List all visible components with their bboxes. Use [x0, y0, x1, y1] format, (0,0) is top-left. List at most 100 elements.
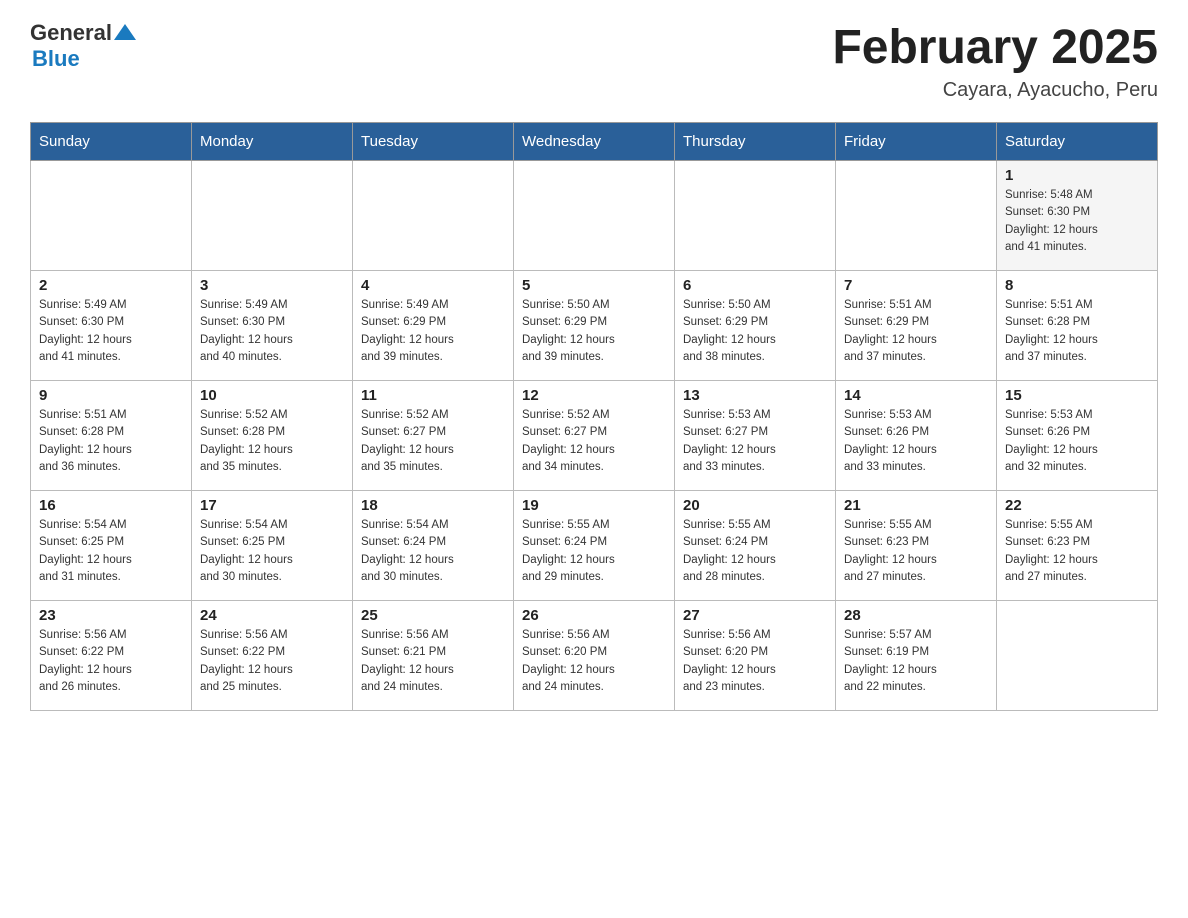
day-number: 5 [522, 277, 666, 294]
day-number: 6 [683, 277, 827, 294]
calendar-cell: 4Sunrise: 5:49 AMSunset: 6:29 PMDaylight… [353, 271, 514, 381]
day-number: 20 [683, 497, 827, 514]
calendar-cell [192, 161, 353, 271]
title-section: February 2025 Cayara, Ayacucho, Peru [832, 20, 1158, 102]
calendar-cell: 27 Sunrise: 5:56 AMSunset: 6:20 PMDayligh… [675, 601, 836, 711]
day-number: 10 [200, 387, 344, 404]
calendar-cell: 19 Sunrise: 5:55 AMSunset: 6:24 PMDayligh… [514, 491, 675, 601]
calendar-cell: 20 Sunrise: 5:55 AMSunset: 6:24 PMDayligh… [675, 491, 836, 601]
day-info: Sunrise: 5:53 AMSunset: 6:26 PMDaylight:… [1005, 407, 1149, 476]
day-info: Sunrise: 5:50 AMSunset: 6:29 PMDaylight:… [683, 297, 827, 366]
weekday-header: Tuesday [353, 123, 514, 161]
day-number: 26 [522, 607, 666, 624]
day-number: 13 [683, 387, 827, 404]
day-number: 28 [844, 607, 988, 624]
day-info: Sunrise: 5:51 AMSunset: 6:28 PMDaylight:… [1005, 297, 1149, 366]
calendar-cell: 11 Sunrise: 5:52 AMSunset: 6:27 PMDayligh… [353, 381, 514, 491]
weekday-header: Thursday [675, 123, 836, 161]
calendar-cell [997, 601, 1158, 711]
weekday-header: Friday [836, 123, 997, 161]
logo-blue: Blue [32, 46, 80, 72]
calendar-cell: 9 Sunrise: 5:51 AMSunset: 6:28 PMDaylight… [31, 381, 192, 491]
calendar-cell: 2Sunrise: 5:49 AMSunset: 6:30 PMDaylight… [31, 271, 192, 381]
calendar-cell: 3 Sunrise: 5:49 AMSunset: 6:30 PMDaylight… [192, 271, 353, 381]
day-number: 18 [361, 497, 505, 514]
day-number: 23 [39, 607, 183, 624]
calendar-cell: 7 Sunrise: 5:51 AMSunset: 6:29 PMDaylight… [836, 271, 997, 381]
calendar-week-row: 1 Sunrise: 5:48 AMSunset: 6:30 PMDaylight… [31, 161, 1158, 271]
day-info: Sunrise: 5:55 AMSunset: 6:24 PMDaylight:… [683, 517, 827, 586]
calendar-cell: 10 Sunrise: 5:52 AMSunset: 6:28 PMDayligh… [192, 381, 353, 491]
day-info: Sunrise: 5:51 AMSunset: 6:29 PMDaylight:… [844, 297, 988, 366]
day-info: Sunrise: 5:55 AMSunset: 6:23 PMDaylight:… [844, 517, 988, 586]
calendar-cell: 23Sunrise: 5:56 AMSunset: 6:22 PMDayligh… [31, 601, 192, 711]
logo-icon [114, 22, 136, 44]
calendar-cell: 8 Sunrise: 5:51 AMSunset: 6:28 PMDaylight… [997, 271, 1158, 381]
day-number: 8 [1005, 277, 1149, 294]
day-info: Sunrise: 5:49 AMSunset: 6:30 PMDaylight:… [200, 297, 344, 366]
day-info: Sunrise: 5:50 AMSunset: 6:29 PMDaylight:… [522, 297, 666, 366]
day-info: Sunrise: 5:57 AMSunset: 6:19 PMDaylight:… [844, 627, 988, 696]
day-number: 27 [683, 607, 827, 624]
calendar-week-row: 16Sunrise: 5:54 AMSunset: 6:25 PMDayligh… [31, 491, 1158, 601]
day-info: Sunrise: 5:56 AMSunset: 6:21 PMDaylight:… [361, 627, 505, 696]
day-info: Sunrise: 5:54 AMSunset: 6:24 PMDaylight:… [361, 517, 505, 586]
page-header: General Blue February 2025 Cayara, Ayacu… [30, 20, 1158, 102]
weekday-header: Saturday [997, 123, 1158, 161]
day-info: Sunrise: 5:56 AMSunset: 6:20 PMDaylight:… [683, 627, 827, 696]
day-number: 1 [1005, 167, 1149, 184]
calendar-cell: 25Sunrise: 5:56 AMSunset: 6:21 PMDayligh… [353, 601, 514, 711]
calendar-cell: 16Sunrise: 5:54 AMSunset: 6:25 PMDayligh… [31, 491, 192, 601]
calendar-cell: 15 Sunrise: 5:53 AMSunset: 6:26 PMDayligh… [997, 381, 1158, 491]
day-info: Sunrise: 5:52 AMSunset: 6:27 PMDaylight:… [522, 407, 666, 476]
logo-general: General [30, 20, 112, 46]
day-info: Sunrise: 5:55 AMSunset: 6:24 PMDaylight:… [522, 517, 666, 586]
day-number: 9 [39, 387, 183, 404]
calendar-cell: 26 Sunrise: 5:56 AMSunset: 6:20 PMDayligh… [514, 601, 675, 711]
calendar-header-row: SundayMondayTuesdayWednesdayThursdayFrid… [31, 123, 1158, 161]
weekday-header: Wednesday [514, 123, 675, 161]
day-number: 19 [522, 497, 666, 514]
day-info: Sunrise: 5:52 AMSunset: 6:27 PMDaylight:… [361, 407, 505, 476]
calendar-table: SundayMondayTuesdayWednesdayThursdayFrid… [30, 122, 1158, 711]
day-number: 21 [844, 497, 988, 514]
calendar-cell: 21 Sunrise: 5:55 AMSunset: 6:23 PMDayligh… [836, 491, 997, 601]
day-info: Sunrise: 5:55 AMSunset: 6:23 PMDaylight:… [1005, 517, 1149, 586]
calendar-cell: 18 Sunrise: 5:54 AMSunset: 6:24 PMDayligh… [353, 491, 514, 601]
calendar-cell: 28 Sunrise: 5:57 AMSunset: 6:19 PMDayligh… [836, 601, 997, 711]
day-number: 15 [1005, 387, 1149, 404]
day-info: Sunrise: 5:48 AMSunset: 6:30 PMDaylight:… [1005, 187, 1149, 256]
calendar-week-row: 2Sunrise: 5:49 AMSunset: 6:30 PMDaylight… [31, 271, 1158, 381]
calendar-cell: 1 Sunrise: 5:48 AMSunset: 6:30 PMDaylight… [997, 161, 1158, 271]
day-info: Sunrise: 5:54 AMSunset: 6:25 PMDaylight:… [200, 517, 344, 586]
weekday-header: Monday [192, 123, 353, 161]
day-number: 24 [200, 607, 344, 624]
calendar-cell [353, 161, 514, 271]
calendar-cell: 24 Sunrise: 5:56 AMSunset: 6:22 PMDayligh… [192, 601, 353, 711]
calendar-week-row: 23 Sunrise: 5:56 AMSunset: 6:22 PMDayligh… [31, 601, 1158, 711]
day-info: Sunrise: 5:52 AMSunset: 6:28 PMDaylight:… [200, 407, 344, 476]
calendar-cell: 14 Sunrise: 5:53 AMSunset: 6:26 PMDayligh… [836, 381, 997, 491]
calendar-cell [836, 161, 997, 271]
day-info: Sunrise: 5:53 AMSunset: 6:26 PMDaylight:… [844, 407, 988, 476]
day-number: 3 [200, 277, 344, 294]
day-number: 14 [844, 387, 988, 404]
day-info: Sunrise: 5:49 AMSunset: 6:30 PMDaylight:… [39, 297, 183, 366]
day-number: 17 [200, 497, 344, 514]
day-number: 7 [844, 277, 988, 294]
day-info: Sunrise: 5:56 AMSunset: 6:22 PMDaylight:… [200, 627, 344, 696]
calendar-cell: 13 Sunrise: 5:53 AMSunset: 6:27 PMDayligh… [675, 381, 836, 491]
calendar-cell [31, 161, 192, 271]
location-title: Cayara, Ayacucho, Peru [832, 79, 1158, 102]
day-info: Sunrise: 5:53 AMSunset: 6:27 PMDaylight:… [683, 407, 827, 476]
day-info: Sunrise: 5:56 AMSunset: 6:20 PMDaylight:… [522, 627, 666, 696]
calendar-cell [675, 161, 836, 271]
day-number: 11 [361, 387, 505, 404]
calendar-cell: 6 Sunrise: 5:50 AMSunset: 6:29 PMDaylight… [675, 271, 836, 381]
day-info: Sunrise: 5:54 AMSunset: 6:25 PMDaylight:… [39, 517, 183, 586]
day-info: Sunrise: 5:51 AMSunset: 6:28 PMDaylight:… [39, 407, 183, 476]
day-number: 22 [1005, 497, 1149, 514]
calendar-cell [514, 161, 675, 271]
month-title: February 2025 [832, 20, 1158, 75]
calendar-cell: 22 Sunrise: 5:55 AMSunset: 6:23 PMDayligh… [997, 491, 1158, 601]
